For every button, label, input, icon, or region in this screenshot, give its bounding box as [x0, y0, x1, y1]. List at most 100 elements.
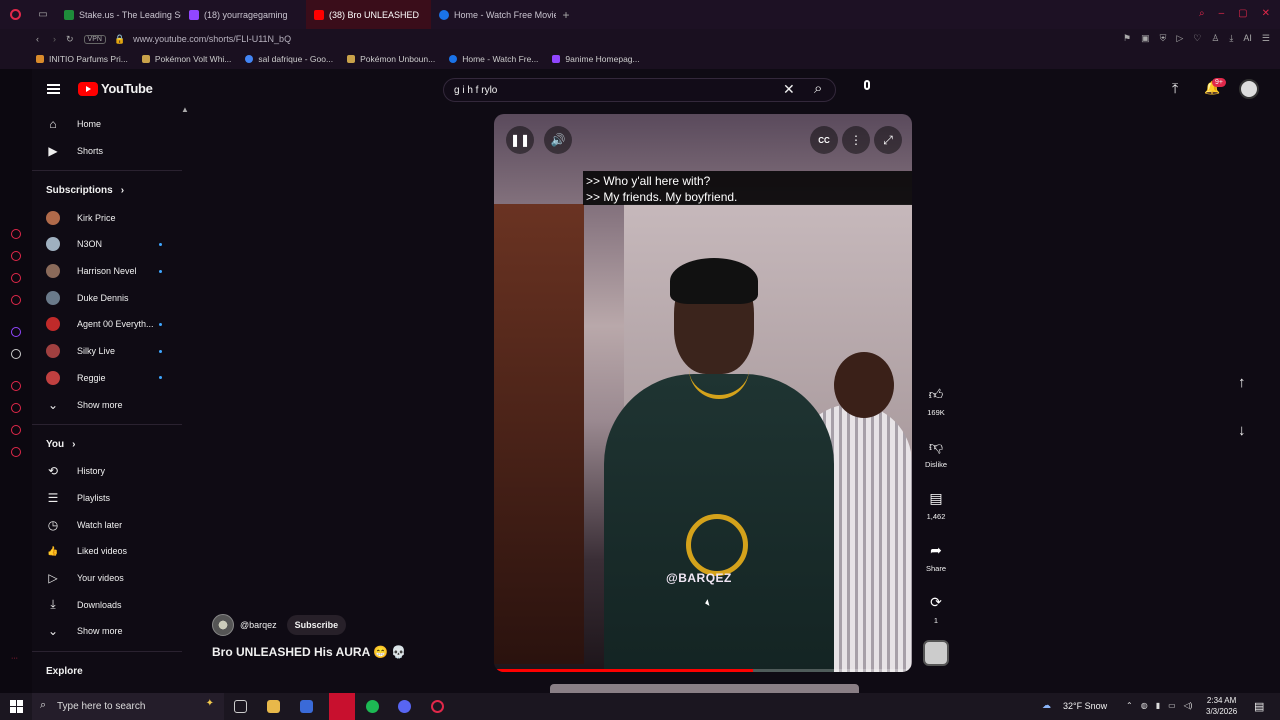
tab-twitch[interactable]: (18) yourragegaming: [181, 0, 306, 29]
bookmark-item[interactable]: Pokémon Unboun...: [347, 54, 435, 64]
sidebar-app-icon[interactable]: [11, 273, 21, 283]
tray-chevron-icon[interactable]: ⌃: [1126, 701, 1133, 710]
profile-icon[interactable]: ♙: [1211, 33, 1219, 44]
tray-app-icon[interactable]: ◍: [1141, 701, 1148, 710]
vpn-badge[interactable]: VPN: [83, 34, 106, 44]
like-button[interactable]: 👍︎ 169K: [920, 380, 952, 432]
sidebar-item-duke-dennis[interactable]: Duke Dennis: [32, 284, 182, 311]
sound-button[interactable]: [920, 640, 952, 692]
subscriptions-header[interactable]: Subscriptions ›: [32, 177, 182, 204]
subscribe-button[interactable]: Subscribe: [286, 615, 347, 635]
minimize-icon[interactable]: –: [1219, 8, 1225, 19]
show-more-you[interactable]: ⌄ Show more: [32, 618, 182, 645]
scroll-up-icon[interactable]: ▲: [181, 105, 189, 114]
sidebar-item-downloads[interactable]: ⤓ Downloads: [32, 591, 182, 618]
channel-avatar[interactable]: [212, 614, 234, 636]
more-options-icon[interactable]: ⋮: [842, 126, 870, 154]
youtube-logo[interactable]: YouTube: [78, 81, 153, 96]
volume-icon[interactable]: 🔊: [544, 126, 572, 154]
account-avatar[interactable]: [1239, 79, 1259, 99]
tab-home-movies[interactable]: Home - Watch Free Movie: [431, 0, 556, 29]
sidebar-item-watch-later[interactable]: ◷ Watch later: [32, 511, 182, 538]
menu-icon[interactable]: ☰: [1262, 33, 1270, 44]
sidebar-item-silky-live[interactable]: Silky Live: [32, 338, 182, 365]
search-tabs-icon[interactable]: ⌕: [1199, 8, 1205, 19]
microphone-tray-icon[interactable]: ▮: [1156, 701, 1160, 710]
bookmark-icon[interactable]: ⚑: [1123, 33, 1131, 44]
taskbar-search-input[interactable]: ⌕ Type here to search ✦: [32, 693, 224, 720]
tab-youtube-active[interactable]: (38) Bro UNLEASHED: [306, 0, 431, 29]
sidebar-item-liked-videos[interactable]: 👍 Liked videos: [32, 538, 182, 565]
sidebar-item-kirk-price[interactable]: Kirk Price: [32, 204, 182, 231]
extensions-sidebar-icon[interactable]: [11, 425, 21, 435]
file-explorer-icon[interactable]: [267, 700, 280, 713]
captions-icon[interactable]: CC: [810, 126, 838, 154]
you-header[interactable]: You ›: [32, 431, 182, 458]
windows-start-icon[interactable]: [10, 700, 23, 713]
sidebar-item-n3on[interactable]: N3ON: [32, 231, 182, 258]
speaker-icon[interactable]: ◁): [1184, 701, 1193, 710]
next-short-preview[interactable]: [550, 684, 859, 693]
download-icon[interactable]: ⤓: [1229, 33, 1233, 44]
sidebar-item-shorts[interactable]: ▶ Shorts: [32, 138, 182, 165]
reload-icon[interactable]: ↻: [66, 34, 74, 45]
opera-logo-icon[interactable]: [0, 0, 30, 29]
store-icon[interactable]: [300, 700, 313, 713]
heart-icon[interactable]: ♡: [1193, 33, 1201, 44]
hamburger-menu-icon[interactable]: [47, 84, 60, 94]
sidebar-app-icon[interactable]: [11, 295, 21, 305]
fullscreen-icon[interactable]: ⤢: [874, 126, 902, 154]
close-window-icon[interactable]: ✕: [1262, 8, 1270, 19]
bookmark-item[interactable]: INITIO Parfums Pri...: [36, 54, 128, 64]
weather-text[interactable]: 32°F Snow: [1063, 701, 1107, 711]
sidebar-item-harrison-nevel[interactable]: Harrison Nevel: [32, 258, 182, 285]
snapshot-icon[interactable]: ▣: [1141, 33, 1150, 44]
dislike-button[interactable]: 👎︎ Dislike: [920, 432, 952, 484]
sidebar-app-icon[interactable]: [11, 251, 21, 261]
spotify-icon[interactable]: [366, 700, 379, 713]
network-icon[interactable]: ▭: [1168, 701, 1176, 710]
show-more-subscriptions[interactable]: ⌄ Show more: [32, 391, 182, 418]
tab-list-icon[interactable]: ▭: [30, 9, 56, 20]
bookmark-item[interactable]: sal dafrique - Goo...: [245, 54, 333, 64]
bookmark-item[interactable]: 9anime Homepag...: [552, 54, 640, 64]
settings-sidebar-icon[interactable]: [11, 447, 21, 457]
remix-button[interactable]: ⟳ 1: [920, 588, 952, 640]
more-sidebar-icon[interactable]: ···: [11, 655, 21, 665]
new-tab-button[interactable]: +: [556, 8, 576, 22]
channel-name[interactable]: @barqez: [240, 620, 277, 630]
sidebar-app-icon[interactable]: [11, 381, 21, 391]
video-progress-bar[interactable]: [494, 669, 912, 672]
player-icon[interactable]: ▷: [1176, 33, 1183, 44]
x-sidebar-icon[interactable]: [11, 349, 21, 359]
search-input[interactable]: g i h f rylo: [443, 78, 836, 102]
shield-icon[interactable]: ⛨: [1160, 33, 1167, 44]
opera-taskbar-icon[interactable]: [329, 693, 355, 720]
share-button[interactable]: ➦ Share: [920, 536, 952, 588]
sidebar-item-reggie[interactable]: Reggie: [32, 365, 182, 392]
pause-icon[interactable]: ❚❚: [506, 126, 534, 154]
forward-icon[interactable]: ›: [53, 34, 56, 44]
opera-gx-icon[interactable]: [431, 700, 444, 713]
task-view-icon[interactable]: [234, 700, 247, 713]
previous-short-arrow-icon[interactable]: ↑: [1238, 374, 1246, 391]
tab-stake[interactable]: Stake.us - The Leading Sc: [56, 0, 181, 29]
sidebar-app-icon[interactable]: [11, 229, 21, 239]
maximize-icon[interactable]: ▢: [1238, 8, 1247, 19]
sidebar-item-history[interactable]: ⟲ History: [32, 458, 182, 485]
discord-icon[interactable]: [398, 700, 411, 713]
history-sidebar-icon[interactable]: [11, 403, 21, 413]
bookmark-item[interactable]: Home - Watch Fre...: [449, 54, 538, 64]
sidebar-item-home[interactable]: ⌂ Home: [32, 111, 182, 138]
notification-center-icon[interactable]: ▤: [1254, 700, 1264, 713]
twitch-sidebar-icon[interactable]: [11, 327, 21, 337]
bookmark-item[interactable]: Pokémon Volt Whi...: [141, 54, 231, 64]
clear-search-icon[interactable]: ✕: [783, 81, 795, 98]
url-text[interactable]: www.youtube.com/shorts/FLI-U11N_bQ: [133, 34, 291, 44]
sidebar-item-agent-00[interactable]: Agent 00 Everyth...: [32, 311, 182, 338]
back-icon[interactable]: ‹: [36, 34, 39, 44]
clock[interactable]: 2:34 AM 3/3/2026: [1206, 695, 1237, 717]
comments-button[interactable]: ▤ 1,462: [920, 484, 952, 536]
sidebar-item-playlists[interactable]: ☰ Playlists: [32, 485, 182, 512]
microphone-icon[interactable]: [861, 80, 873, 96]
